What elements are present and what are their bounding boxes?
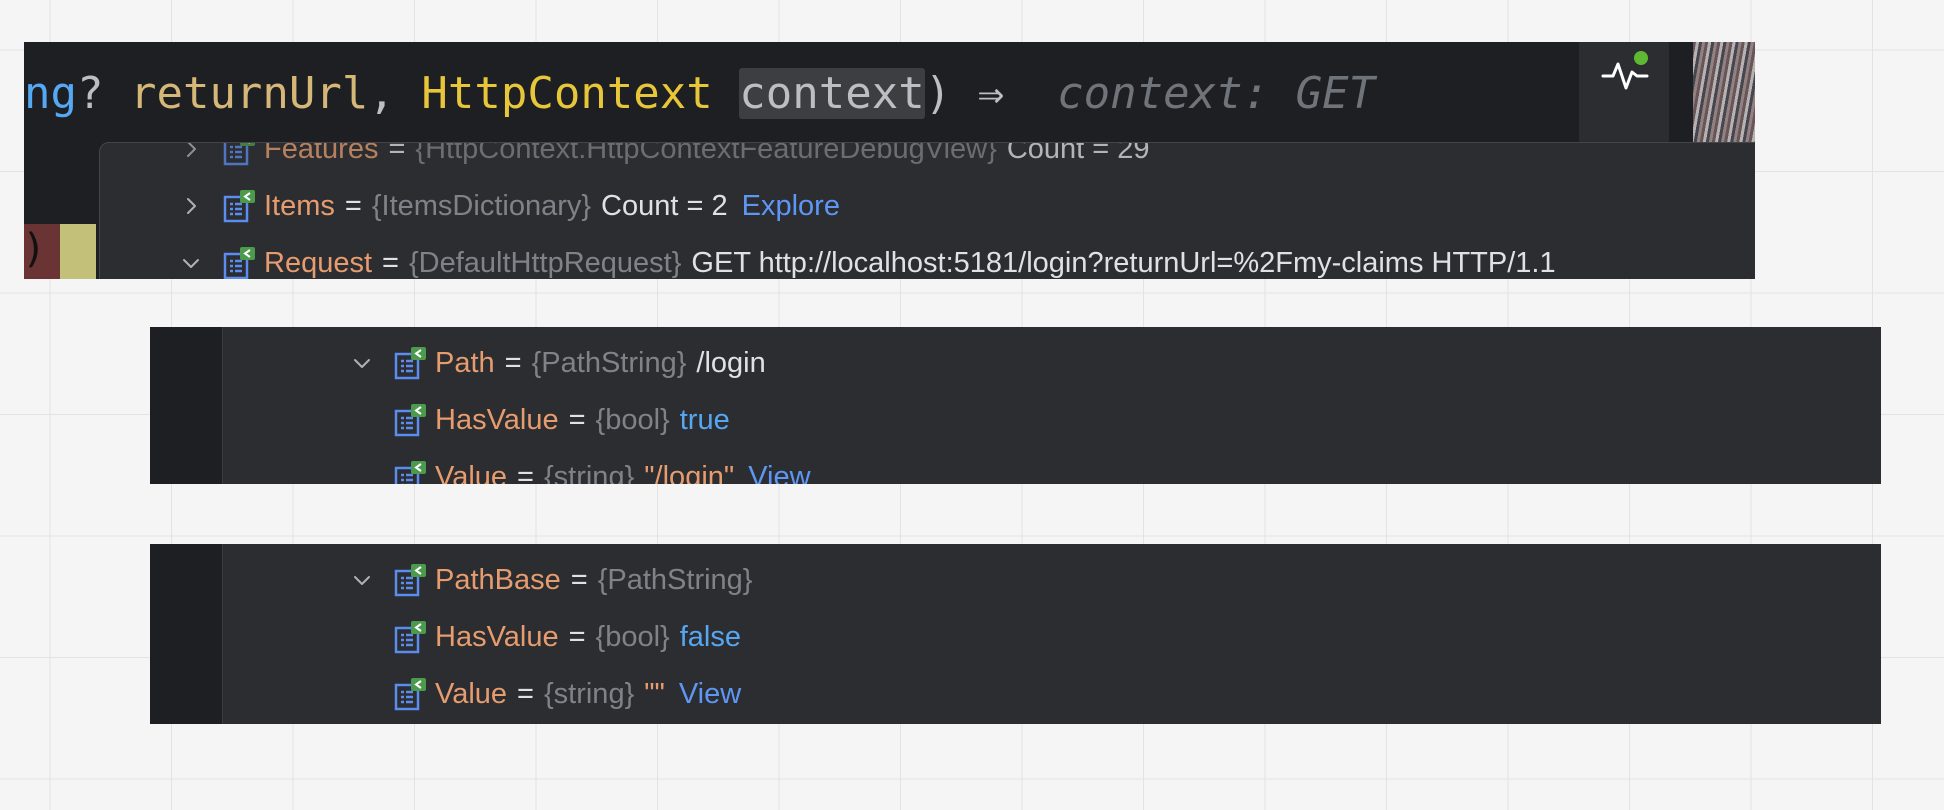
path-panel: Path = {PathString} /login HasValue = {bool} tr… (150, 327, 1881, 484)
variable-value: "/login" (644, 460, 735, 485)
equals-sign: = (504, 346, 522, 379)
chevron-down-icon[interactable] (174, 253, 208, 273)
inlay-hint: context: GET (1057, 68, 1376, 119)
panel-gutter (150, 327, 223, 484)
variable-row-request[interactable]: Request = {DefaultHttpRequest} GET http://l… (174, 235, 1556, 279)
equals-sign: = (517, 460, 534, 485)
variable-type: {bool} (595, 620, 670, 653)
code-token: ) ⇒ (924, 68, 1058, 119)
field-icon (223, 143, 255, 166)
equals-sign: = (388, 142, 406, 165)
equals-sign: = (568, 403, 586, 436)
gutter-text: ) (24, 226, 47, 272)
gutter-marker: ) (24, 224, 96, 279)
minimap-thumbnail[interactable] (1693, 42, 1755, 142)
variable-row-hasvalue[interactable]: HasValue = {bool} false (393, 609, 741, 665)
chevron-down-icon[interactable] (345, 353, 379, 373)
variable-name: Value (435, 677, 508, 710)
variable-type: {string} (543, 677, 635, 710)
variable-type: {PathString} (531, 346, 687, 379)
variable-name: Request (264, 246, 373, 279)
variable-name: Items (264, 189, 335, 222)
variable-value: "" (644, 677, 665, 710)
variable-value: GET http://localhost:5181/login?returnUr… (691, 246, 1556, 279)
code-token: returnUrl (129, 68, 369, 119)
chevron-down-icon[interactable] (345, 570, 379, 590)
code-token: ng (24, 68, 77, 119)
debug-tooltip: Features = {HttpContext.HttpContextFeature… (99, 142, 1755, 279)
editor-snippet: ng? returnUrl, HttpContext context) ⇒ co… (24, 42, 1755, 279)
equals-sign: = (570, 563, 588, 596)
field-icon (394, 461, 426, 484)
field-icon (394, 404, 426, 437)
variable-row-hasvalue[interactable]: HasValue = {bool} true (393, 392, 730, 448)
variable-name: HasValue (435, 620, 559, 653)
variable-type: {HttpContext.HttpContextFeatureDebugView… (415, 142, 997, 165)
variable-row-pathbase[interactable]: PathBase = {PathString} (345, 552, 753, 608)
pathbase-panel: PathBase = {PathString} HasValue = {bool} fals… (150, 544, 1881, 724)
view-link[interactable]: View (679, 678, 741, 711)
chevron-right-icon[interactable] (174, 196, 208, 216)
code-token: ? (76, 68, 130, 119)
variable-name: Value (435, 460, 508, 485)
field-icon (394, 564, 426, 597)
variable-name: HasValue (435, 403, 559, 436)
code-token: , (368, 68, 422, 119)
variable-value: false (679, 620, 741, 653)
variable-value: true (679, 403, 730, 436)
equals-sign: = (517, 677, 534, 710)
chevron-right-icon[interactable] (174, 143, 208, 159)
panel-gutter (150, 544, 223, 724)
execution-marker (60, 224, 96, 279)
variable-row-path[interactable]: Path = {PathString} /login (345, 335, 766, 391)
field-icon (394, 621, 426, 654)
field-icon (394, 347, 426, 380)
explore-link[interactable]: Explore (742, 190, 840, 223)
code-token: HttpContext (421, 68, 713, 119)
equals-sign: = (568, 620, 586, 653)
variable-type: {bool} (595, 403, 670, 436)
variable-type: {DefaultHttpRequest} (408, 246, 682, 279)
profiler-button[interactable] (1579, 42, 1669, 142)
variable-row-value[interactable]: Value = {string} "/login" View (393, 449, 811, 484)
code-line: ng? returnUrl, HttpContext context) ⇒ co… (24, 64, 1584, 124)
variable-value: /login (696, 346, 766, 379)
pulse-icon (1601, 51, 1649, 90)
field-icon (223, 190, 255, 223)
code-token: context (739, 68, 925, 119)
view-link[interactable]: View (748, 461, 810, 485)
variable-row-items[interactable]: Items = {ItemsDictionary} Count = 2 Explore (174, 178, 840, 234)
variable-name: Features (264, 142, 379, 165)
variable-value: Count = 29 (1006, 142, 1150, 165)
variable-type: {PathString} (597, 563, 753, 596)
variable-type: {string} (543, 460, 635, 485)
equals-sign: = (382, 246, 399, 279)
variable-type: {ItemsDictionary} (371, 189, 592, 222)
variable-name: PathBase (435, 563, 561, 596)
field-icon (394, 678, 426, 711)
equals-sign: = (344, 189, 362, 222)
variable-row-value[interactable]: Value = {string} "" View (393, 666, 741, 722)
variable-value: Count = 2 (601, 189, 728, 222)
variable-name: Path (435, 346, 495, 379)
variable-row-features[interactable]: Features = {HttpContext.HttpContextFeature… (174, 142, 1150, 177)
field-icon (223, 247, 255, 279)
